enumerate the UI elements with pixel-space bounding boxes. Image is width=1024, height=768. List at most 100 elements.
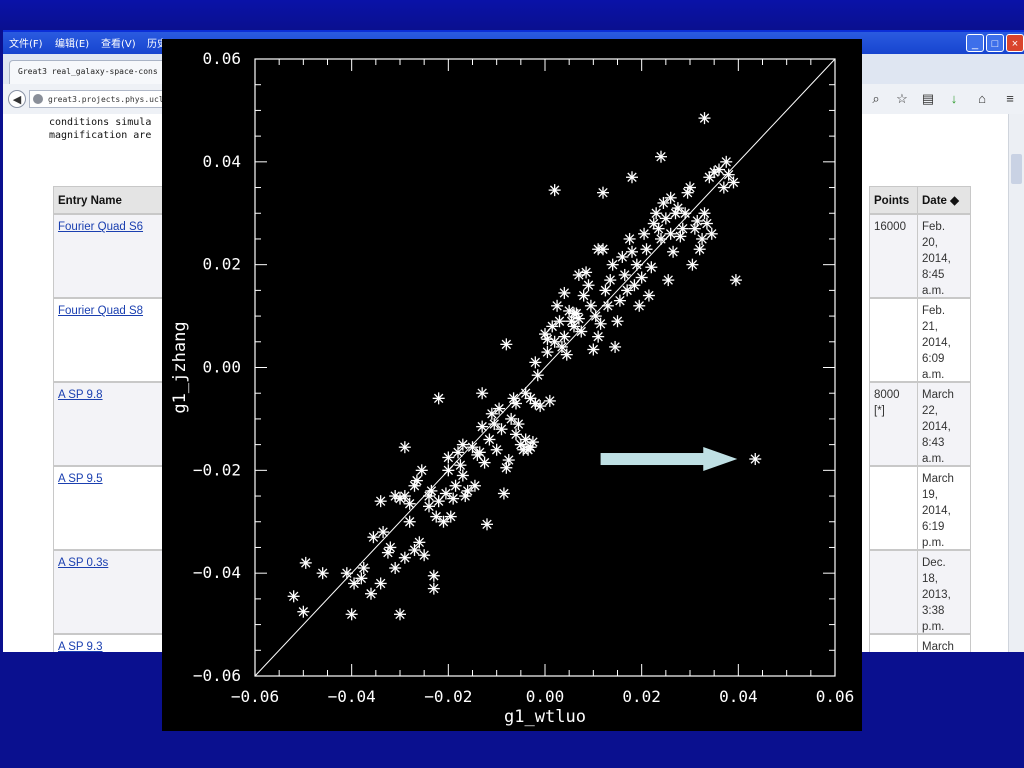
data-point bbox=[357, 562, 370, 575]
data-point bbox=[437, 515, 450, 528]
back-arrow-icon[interactable]: ◀ bbox=[8, 90, 26, 108]
data-point bbox=[510, 397, 522, 410]
data-point bbox=[626, 171, 638, 184]
header-entry-name-text[interactable]: Entry Name bbox=[58, 195, 122, 207]
data-point bbox=[485, 407, 498, 420]
menu-edit[interactable]: 编辑(E) bbox=[55, 35, 89, 50]
restore-button[interactable]: □ bbox=[986, 34, 1004, 52]
data-point bbox=[693, 243, 706, 256]
entry-name-link[interactable]: A SP 9.3 bbox=[53, 634, 173, 652]
data-point bbox=[447, 492, 460, 505]
data-point bbox=[597, 186, 609, 199]
points-cell-text: 16000 bbox=[874, 221, 906, 233]
entry-name-link-text[interactable]: Fourier Quad S6 bbox=[58, 221, 143, 233]
date-cell: Dec. 18, 2013, 3:38 p.m. bbox=[917, 550, 971, 634]
data-point bbox=[415, 464, 428, 477]
entry-name-link[interactable]: A SP 9.8 bbox=[53, 382, 173, 466]
data-point bbox=[568, 307, 580, 320]
header-date[interactable]: Date ◆ bbox=[917, 186, 971, 214]
points-cell-text: 8000 [*] bbox=[874, 389, 900, 417]
data-point bbox=[684, 181, 696, 194]
menu-file[interactable]: 文件(F) bbox=[9, 35, 43, 50]
data-point bbox=[374, 495, 387, 508]
header-points[interactable]: Points bbox=[869, 186, 919, 214]
entry-name-link-text[interactable]: A SP 9.8 bbox=[58, 389, 103, 401]
data-point bbox=[500, 338, 513, 351]
x-tick-label: 0.00 bbox=[526, 687, 565, 706]
outlier-point bbox=[749, 453, 762, 466]
scrollbar[interactable] bbox=[1008, 114, 1024, 652]
close-button[interactable]: × bbox=[1006, 34, 1024, 52]
data-point bbox=[664, 227, 677, 240]
data-point bbox=[630, 258, 643, 271]
intro-text: conditions simula magnification are bbox=[49, 116, 151, 142]
data-point bbox=[645, 261, 658, 274]
data-point bbox=[664, 191, 677, 204]
date-cell-text: March 22, 2014, 8:43 a.m. bbox=[922, 389, 954, 465]
header-entry-name[interactable]: Entry Name bbox=[53, 186, 173, 214]
data-point bbox=[558, 286, 571, 299]
data-point bbox=[490, 443, 503, 456]
star-icon[interactable]: ☆ bbox=[893, 90, 911, 108]
data-point bbox=[541, 346, 554, 359]
entry-name-link-text[interactable]: A SP 0.3s bbox=[58, 557, 108, 569]
scrollbar-thumb[interactable] bbox=[1011, 154, 1022, 184]
data-point bbox=[505, 412, 518, 425]
search-icon[interactable]: ⌕ bbox=[867, 90, 885, 108]
data-point bbox=[638, 227, 651, 240]
data-point bbox=[621, 284, 634, 297]
scatter-chart: −0.06 −0.04 −0.02 0.00 0.02 0.04 0.06 −0.06 −0.0… bbox=[170, 49, 854, 727]
entry-name-link[interactable]: Fourier Quad S6 bbox=[53, 214, 173, 298]
data-point bbox=[488, 418, 501, 431]
data-point bbox=[299, 556, 312, 569]
data-point bbox=[468, 479, 481, 492]
data-point bbox=[439, 487, 452, 500]
data-point bbox=[476, 387, 489, 400]
entry-name-link-text[interactable]: Fourier Quad S8 bbox=[58, 305, 143, 317]
data-point bbox=[599, 284, 612, 297]
data-point bbox=[403, 515, 416, 528]
data-point bbox=[698, 112, 711, 125]
data-point bbox=[432, 392, 445, 405]
y-axis-label: g1_jzhang bbox=[170, 321, 190, 413]
data-point bbox=[398, 441, 411, 454]
data-point bbox=[686, 258, 699, 271]
entry-name-link[interactable]: A SP 9.5 bbox=[53, 466, 173, 550]
data-point bbox=[667, 245, 680, 258]
data-point bbox=[526, 436, 539, 449]
date-cell-text: Dec. 18, 2013, 3:38 p.m. bbox=[922, 557, 951, 633]
home-icon[interactable]: ⌂ bbox=[973, 90, 991, 108]
data-point bbox=[389, 562, 402, 575]
data-point bbox=[413, 536, 426, 549]
entry-name-link[interactable]: A SP 0.3s bbox=[53, 550, 173, 634]
data-point bbox=[500, 461, 513, 474]
data-point bbox=[696, 232, 709, 245]
points-cell: 16000 bbox=[869, 214, 919, 298]
entry-name-link-text[interactable]: A SP 9.5 bbox=[58, 473, 103, 485]
date-cell: Feb. 21, 2014, 6:09 a.m. bbox=[917, 298, 971, 382]
data-point bbox=[410, 474, 423, 487]
data-point bbox=[587, 343, 600, 356]
url-bar[interactable]: great3.projects.phys.ucl bbox=[29, 90, 179, 108]
data-point bbox=[700, 217, 713, 230]
globe-icon bbox=[33, 94, 43, 104]
date-cell: March 18, 2014 bbox=[917, 634, 971, 652]
data-point bbox=[720, 155, 733, 168]
download-icon[interactable]: ↓ bbox=[945, 90, 963, 108]
data-point bbox=[626, 245, 638, 258]
minimize-button[interactable]: _ bbox=[966, 34, 984, 52]
header-date-text[interactable]: Date ◆ bbox=[922, 195, 959, 207]
entry-name-link[interactable]: Fourier Quad S8 bbox=[53, 298, 173, 382]
data-point bbox=[611, 315, 624, 328]
x-tick-label: 0.02 bbox=[622, 687, 661, 706]
browser-tab[interactable]: Great3 real_galaxy-space-cons bbox=[9, 60, 179, 84]
date-cell: March 19, 2014, 6:19 p.m. bbox=[917, 466, 971, 550]
entry-name-link-text[interactable]: A SP 9.3 bbox=[58, 641, 103, 652]
data-point bbox=[640, 243, 653, 256]
date-cell-text: March 18, 2014 bbox=[922, 641, 954, 652]
menu-view[interactable]: 查看(V) bbox=[101, 35, 136, 50]
header-points-text[interactable]: Points bbox=[874, 195, 909, 207]
bookmark-icon[interactable]: ▤ bbox=[919, 90, 937, 108]
data-point bbox=[442, 451, 455, 464]
menu-icon[interactable]: ≡ bbox=[1001, 90, 1019, 108]
